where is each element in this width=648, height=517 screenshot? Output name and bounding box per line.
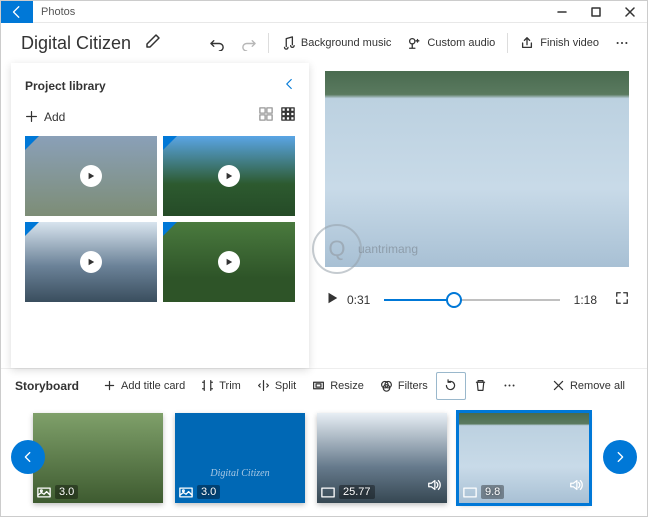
play-icon bbox=[218, 165, 240, 187]
library-item[interactable] bbox=[163, 136, 295, 216]
storyboard-clip[interactable]: 25.77 bbox=[317, 413, 447, 503]
filters-label: Filters bbox=[398, 380, 428, 392]
library-item[interactable] bbox=[25, 136, 157, 216]
custom-audio-label: Custom audio bbox=[427, 37, 495, 49]
add-media-button[interactable]: Add bbox=[25, 110, 65, 124]
storyboard-title: Storyboard bbox=[15, 379, 79, 393]
used-tag-icon bbox=[163, 136, 177, 150]
split-button[interactable]: Split bbox=[249, 372, 304, 400]
finish-video-label: Finish video bbox=[540, 37, 599, 49]
storyboard-clip[interactable]: Digital Citizen 3.0 bbox=[175, 413, 305, 503]
watermark: Quantrimang bbox=[295, 221, 435, 277]
seek-knob[interactable] bbox=[446, 292, 462, 308]
close-button[interactable] bbox=[613, 1, 647, 23]
play-button[interactable] bbox=[325, 291, 339, 310]
used-tag-icon bbox=[163, 222, 177, 236]
audio-icon bbox=[569, 478, 583, 497]
clip-duration: 3.0 bbox=[197, 485, 220, 499]
filters-button[interactable]: Filters bbox=[372, 372, 436, 400]
resize-label: Resize bbox=[330, 380, 364, 392]
redo-button[interactable] bbox=[233, 27, 264, 59]
custom-audio-button[interactable]: Custom audio bbox=[399, 27, 503, 59]
seek-slider[interactable] bbox=[384, 299, 559, 301]
total-time: 1:18 bbox=[574, 293, 597, 307]
split-label: Split bbox=[275, 380, 296, 392]
library-title: Project library bbox=[25, 79, 106, 93]
add-title-label: Add title card bbox=[121, 380, 185, 392]
clip-duration: 9.8 bbox=[481, 485, 504, 499]
project-name: Digital Citizen bbox=[21, 33, 131, 54]
view-small-icon[interactable] bbox=[281, 107, 295, 126]
maximize-button[interactable] bbox=[579, 1, 613, 23]
trim-label: Trim bbox=[219, 380, 241, 392]
app-title: Photos bbox=[41, 6, 75, 18]
seek-fill bbox=[384, 299, 454, 301]
background-music-button[interactable]: Background music bbox=[273, 27, 400, 59]
divider bbox=[507, 33, 508, 53]
library-item[interactable] bbox=[163, 222, 295, 302]
finish-video-button[interactable]: Finish video bbox=[512, 27, 607, 59]
edit-name-icon[interactable] bbox=[145, 33, 161, 54]
minimize-button[interactable] bbox=[545, 1, 579, 23]
storyboard-next-button[interactable] bbox=[603, 440, 637, 474]
library-item[interactable] bbox=[25, 222, 157, 302]
play-icon bbox=[218, 251, 240, 273]
storyboard-clip[interactable]: 3.0 bbox=[33, 413, 163, 503]
current-time: 0:31 bbox=[347, 293, 370, 307]
remove-all-button[interactable]: Remove all bbox=[544, 372, 633, 400]
resize-button[interactable]: Resize bbox=[304, 372, 372, 400]
preview-video[interactable]: Quantrimang bbox=[325, 71, 629, 267]
rotate-button[interactable] bbox=[436, 372, 466, 400]
clip-duration: 25.77 bbox=[339, 485, 375, 499]
storyboard-prev-button[interactable] bbox=[11, 440, 45, 474]
view-large-icon[interactable] bbox=[259, 107, 273, 126]
used-tag-icon bbox=[25, 222, 39, 236]
collapse-library-icon[interactable] bbox=[283, 77, 295, 95]
storyboard-more-button[interactable] bbox=[495, 372, 524, 400]
play-icon bbox=[80, 165, 102, 187]
add-label: Add bbox=[44, 110, 65, 124]
background-music-label: Background music bbox=[301, 37, 392, 49]
project-library-panel: Project library Add bbox=[11, 63, 309, 368]
delete-button[interactable] bbox=[466, 372, 495, 400]
clip-duration: 3.0 bbox=[55, 485, 78, 499]
divider bbox=[268, 33, 269, 53]
storyboard-clip-selected[interactable]: 9.8 bbox=[459, 413, 589, 503]
audio-icon bbox=[427, 478, 441, 497]
trim-button[interactable]: Trim bbox=[193, 372, 249, 400]
remove-all-label: Remove all bbox=[570, 380, 625, 392]
title-card-text: Digital Citizen bbox=[175, 468, 305, 479]
fullscreen-button[interactable] bbox=[615, 291, 629, 310]
more-button[interactable] bbox=[607, 27, 637, 59]
undo-button[interactable] bbox=[202, 27, 233, 59]
play-icon bbox=[80, 251, 102, 273]
used-tag-icon bbox=[25, 136, 39, 150]
back-button[interactable] bbox=[1, 1, 33, 23]
add-title-card-button[interactable]: Add title card bbox=[95, 372, 193, 400]
